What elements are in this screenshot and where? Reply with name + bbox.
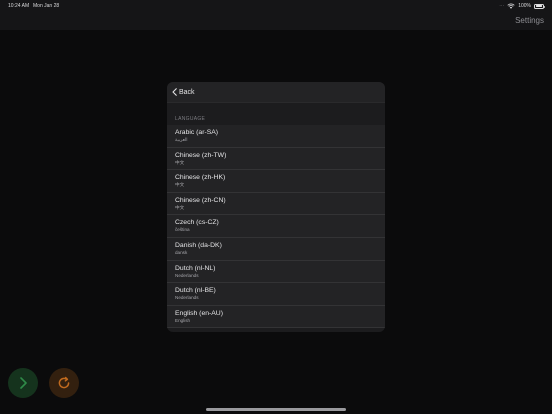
chevron-right-icon [20, 377, 27, 389]
language-row[interactable]: Chinese (zh-HK) 中文 [167, 170, 385, 193]
chevron-left-icon [172, 88, 177, 96]
language-name: Chinese (zh-HK) [175, 174, 226, 182]
language-native-name: 中文 [175, 204, 185, 210]
status-right: ··· 100% [499, 3, 545, 9]
language-native-name: dansk [175, 249, 188, 255]
section-label-language: LANGUAGE [175, 116, 206, 122]
language-row[interactable]: Chinese (zh-TW) 中文 [167, 147, 385, 171]
language-row[interactable]: Arabic (ar-SA) العربية [167, 125, 385, 148]
language-name: Danish (da-DK) [175, 241, 222, 249]
language-row[interactable]: English (en-AU) English [167, 305, 385, 329]
language-native-name: 中文 [175, 159, 185, 165]
language-name: Arabic (ar-SA) [175, 129, 219, 136]
home-indicator[interactable] [206, 408, 346, 411]
language-native-name: Nederlands [175, 272, 199, 278]
reset-button[interactable] [49, 368, 79, 398]
wifi-icon [507, 3, 515, 9]
go-button[interactable] [8, 368, 38, 398]
language-name: Dutch (nl-BE) [175, 287, 216, 295]
language-row[interactable]: Danish (da-DK) dansk [167, 237, 385, 261]
status-date: Mon Jan 28 [33, 3, 60, 9]
back-label: Back [179, 88, 195, 96]
language-row[interactable]: Dutch (nl-NL) Nederlands [167, 260, 385, 284]
language-native-name: čeština [175, 227, 190, 233]
language-name: English (en-AU) [175, 309, 223, 317]
battery-icon [534, 3, 545, 9]
language-native-name: Nederlands [175, 295, 199, 301]
battery-percent: 100% [518, 3, 531, 9]
status-time: 10:24 AM [8, 3, 30, 9]
top-bar: 10:24 AM Mon Jan 28 ··· 100% Settings [0, 0, 552, 30]
language-name: Czech (cs-CZ) [175, 219, 219, 227]
language-row[interactable]: Dutch (nl-BE) Nederlands [167, 283, 385, 306]
language-name: Dutch (nl-NL) [175, 264, 216, 272]
language-native-name: English [175, 317, 191, 323]
settings-button[interactable]: Settings [515, 16, 544, 25]
back-button[interactable]: Back [172, 88, 195, 96]
refresh-icon [58, 376, 70, 389]
language-row[interactable]: Chinese (zh-CN) 中文 [167, 192, 385, 216]
language-sheet: Back LANGUAGE Arabic (ar-SA) العربية Chi… [167, 82, 385, 332]
status-bar: 10:24 AM Mon Jan 28 ··· 100% [0, 3, 552, 13]
language-native-name: 中文 [175, 182, 185, 188]
multitasking-dots-icon: ··· [499, 3, 505, 9]
language-native-name: العربية [175, 137, 188, 142]
language-name: Chinese (zh-CN) [175, 196, 226, 204]
language-name: Chinese (zh-TW) [175, 151, 227, 159]
sheet-header: Back [167, 82, 385, 103]
language-row[interactable]: Czech (cs-CZ) čeština [167, 215, 385, 238]
language-list: Arabic (ar-SA) العربية Chinese (zh-TW) 中… [167, 125, 385, 329]
